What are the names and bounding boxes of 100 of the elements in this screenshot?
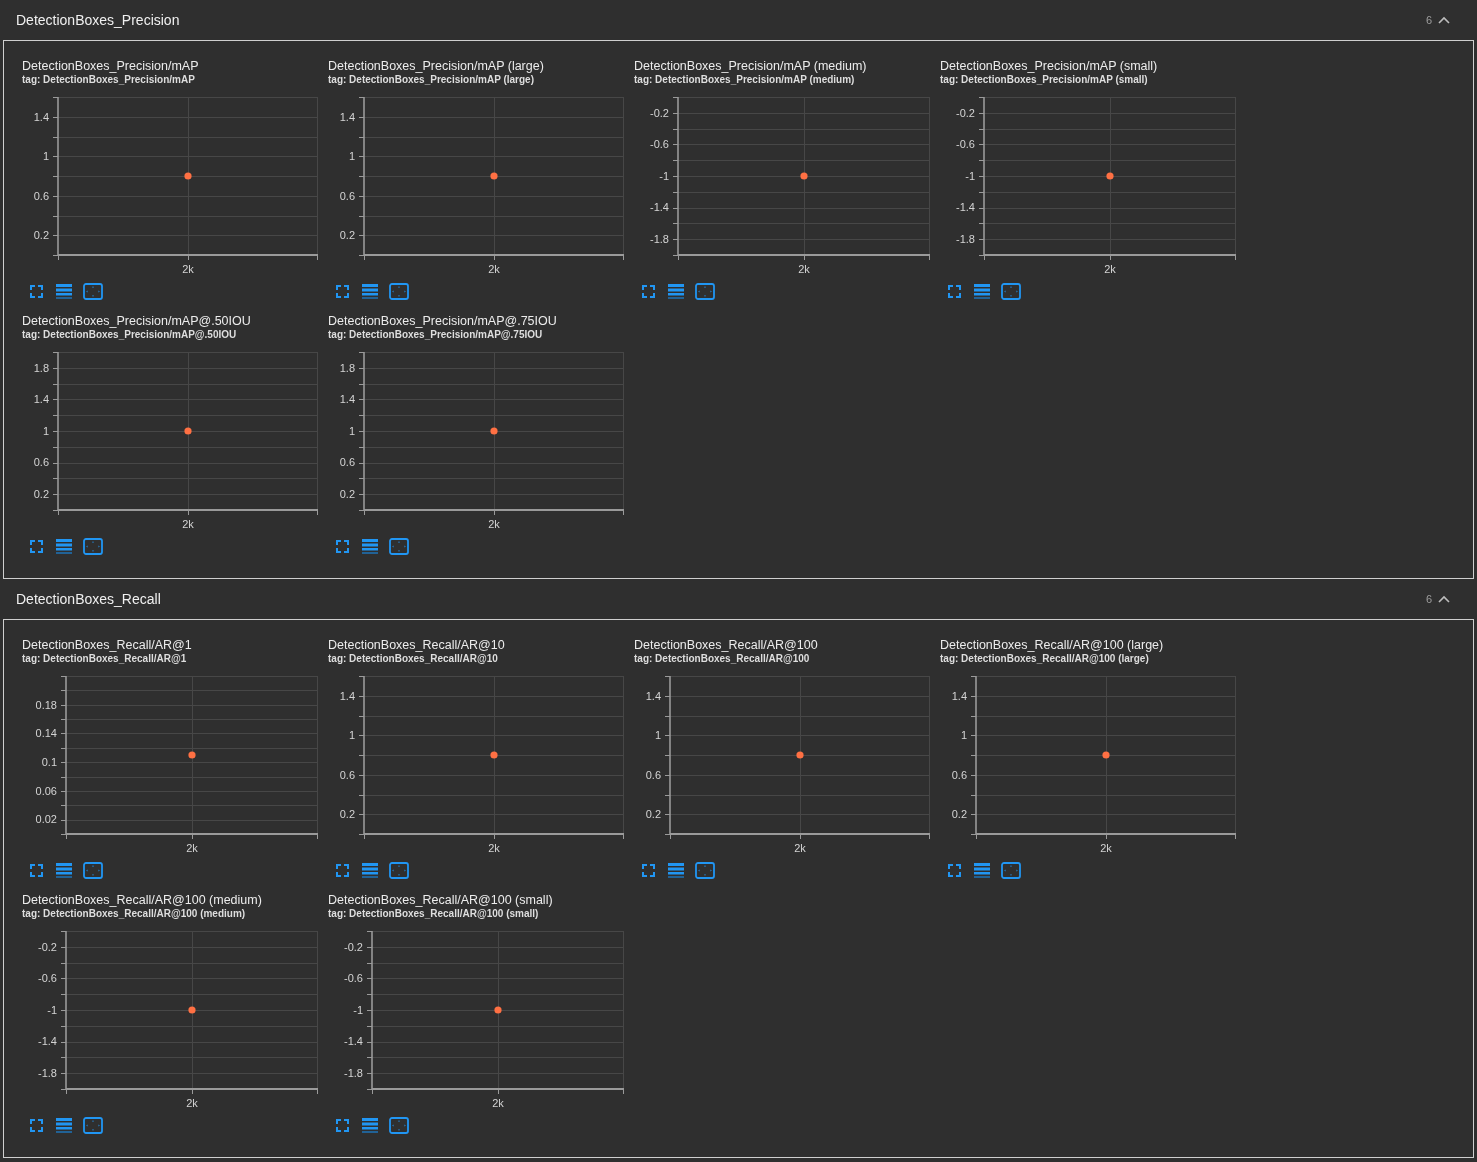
fullscreen-icon[interactable] (29, 1118, 43, 1132)
section-title: DetectionBoxes_Recall (16, 591, 161, 607)
frame-icon[interactable] (389, 861, 409, 879)
chart-title: DetectionBoxes_Recall/AR@100 (large) (940, 637, 1164, 653)
y-tick-label: 0.6 (33, 456, 49, 469)
y-tick-label: 1 (42, 424, 49, 437)
frame-icon[interactable] (389, 282, 409, 300)
y-tick-label: -0.2 (650, 106, 669, 119)
chart-title: DetectionBoxes_Recall/AR@1 (22, 637, 192, 653)
frame-icon[interactable] (83, 861, 103, 879)
y-tick-label: -1.8 (956, 233, 975, 246)
fullscreen-icon[interactable] (29, 863, 43, 877)
data-point (1106, 172, 1114, 180)
frame-icon[interactable] (389, 537, 409, 555)
fullscreen-icon[interactable] (335, 863, 349, 877)
data-point (490, 427, 498, 435)
y-tick-label: 1.4 (339, 689, 355, 702)
y-tick-label: 0.6 (645, 768, 661, 781)
y-tick-label: -1 (659, 169, 669, 182)
data-point (800, 172, 808, 180)
y-tick-label: -0.6 (38, 972, 57, 985)
chevron-icon[interactable] (1438, 595, 1450, 603)
frame-icon[interactable] (1001, 282, 1021, 300)
y-tick-label: 1.4 (951, 689, 967, 702)
chart-title: DetectionBoxes_Recall/AR@100 (small) (328, 892, 553, 908)
chart-tag: tag: DetectionBoxes_Recall/AR@100 (small) (328, 908, 539, 920)
frame-icon[interactable] (389, 1116, 409, 1134)
chart-title: DetectionBoxes_Precision/mAP (medium) (634, 58, 867, 74)
y-tick-label: 0.2 (339, 488, 355, 501)
chart-tag: tag: DetectionBoxes_Recall/AR@100 (medium) (22, 908, 246, 920)
frame-icon[interactable] (695, 282, 715, 300)
y-tick-label: 1.8 (339, 361, 355, 374)
chart-tag: tag: DetectionBoxes_Precision/mAP (small) (940, 74, 1148, 86)
lines-icon[interactable] (56, 1117, 72, 1133)
lines-icon[interactable] (362, 538, 378, 554)
data-point (188, 1006, 196, 1014)
frame-icon[interactable] (83, 1116, 103, 1134)
lines-icon[interactable] (362, 283, 378, 299)
x-tick-label: 2k (182, 263, 194, 275)
x-tick-label: 2k (1100, 842, 1112, 854)
fullscreen-icon[interactable] (29, 284, 43, 298)
fullscreen-icon[interactable] (335, 1118, 349, 1132)
y-tick-label: 0.6 (951, 768, 967, 781)
y-tick-label: 0.6 (339, 189, 355, 202)
chart-title: DetectionBoxes_Precision/mAP@.50IOU (22, 313, 251, 329)
y-tick-label: 0.6 (33, 189, 49, 202)
y-tick-label: 0.1 (41, 756, 57, 769)
y-tick-label: 1.4 (645, 689, 661, 702)
y-tick-label: 1 (348, 424, 355, 437)
y-tick-label: 1 (42, 150, 49, 163)
y-tick-label: 1 (654, 729, 661, 742)
lines-icon[interactable] (362, 1117, 378, 1133)
data-point (796, 751, 804, 759)
lines-icon[interactable] (974, 283, 990, 299)
chart-tag: tag: DetectionBoxes_Precision/mAP (22, 74, 195, 86)
y-tick-label: 1.4 (339, 393, 355, 406)
frame-icon[interactable] (1001, 861, 1021, 879)
data-point (494, 1006, 502, 1014)
chart-tag: tag: DetectionBoxes_Precision/mAP (medium) (634, 74, 855, 86)
data-point (184, 172, 192, 180)
chart-title: DetectionBoxes_Recall/AR@10 (328, 637, 505, 653)
frame-icon[interactable] (83, 537, 103, 555)
section-title: DetectionBoxes_Precision (16, 12, 180, 28)
y-tick-label: -1.8 (344, 1067, 363, 1080)
fullscreen-icon[interactable] (29, 539, 43, 553)
count-label: 6 (1425, 593, 1432, 605)
frame-icon[interactable] (83, 282, 103, 300)
fullscreen-icon[interactable] (335, 539, 349, 553)
x-tick-label: 2k (488, 518, 500, 530)
y-tick-label: 1 (348, 150, 355, 163)
chart-tag: tag: DetectionBoxes_Recall/AR@10 (328, 653, 498, 665)
y-tick-label: 0.2 (645, 808, 661, 821)
y-tick-label: -0.2 (344, 940, 363, 953)
lines-icon[interactable] (56, 283, 72, 299)
y-tick-label: 0.2 (339, 808, 355, 821)
fullscreen-icon[interactable] (641, 284, 655, 298)
fullscreen-icon[interactable] (641, 863, 655, 877)
lines-icon[interactable] (56, 862, 72, 878)
x-tick-label: 2k (488, 842, 500, 854)
lines-icon[interactable] (974, 862, 990, 878)
chart-tag: tag: DetectionBoxes_Precision/mAP@.75IOU (328, 329, 543, 341)
lines-icon[interactable] (362, 862, 378, 878)
fullscreen-icon[interactable] (947, 863, 961, 877)
chart-tag: tag: DetectionBoxes_Precision/mAP@.50IOU (22, 329, 237, 341)
y-tick-label: 0.02 (35, 813, 57, 826)
chevron-icon[interactable] (1438, 16, 1450, 24)
data-point (188, 751, 196, 759)
lines-icon[interactable] (56, 538, 72, 554)
chart-tag: tag: DetectionBoxes_Recall/AR@1 (22, 653, 187, 665)
frame-icon[interactable] (695, 861, 715, 879)
lines-icon[interactable] (668, 283, 684, 299)
y-tick-label: 1.4 (339, 110, 355, 123)
chart-title: DetectionBoxes_Precision/mAP@.75IOU (328, 313, 557, 329)
data-point (490, 172, 498, 180)
y-tick-label: -0.6 (344, 972, 363, 985)
y-tick-label: 1 (960, 729, 967, 742)
lines-icon[interactable] (668, 862, 684, 878)
fullscreen-icon[interactable] (947, 284, 961, 298)
x-tick-label: 2k (798, 263, 810, 275)
fullscreen-icon[interactable] (335, 284, 349, 298)
